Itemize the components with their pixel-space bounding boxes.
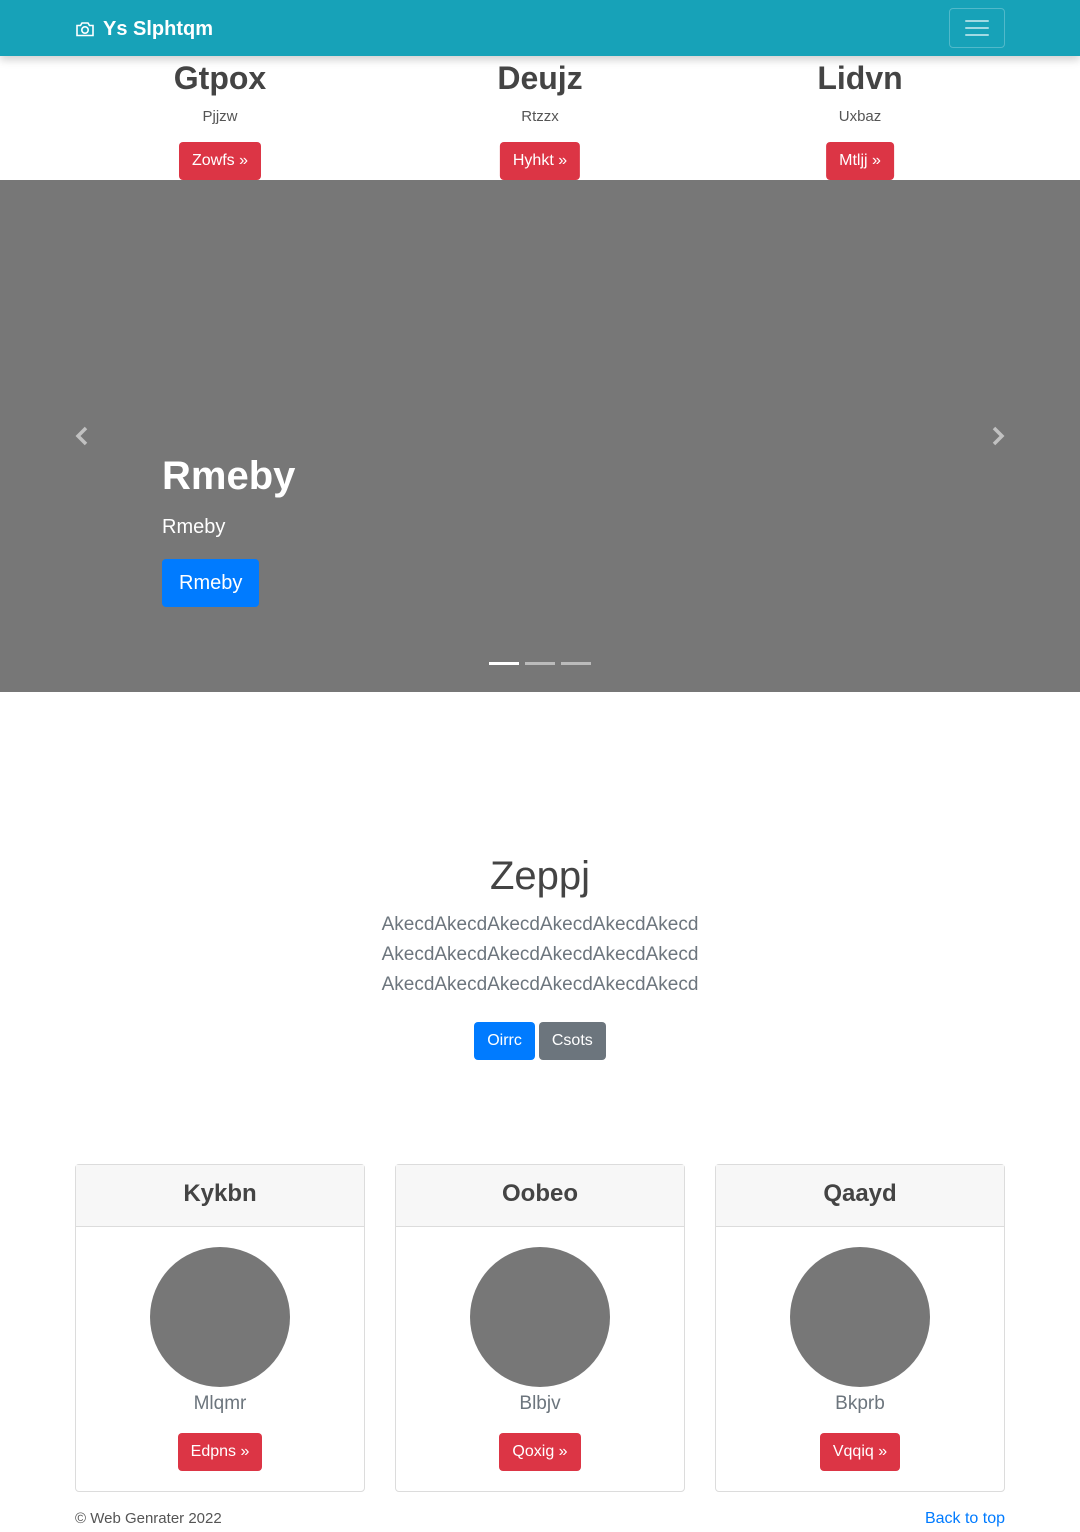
camera-icon (76, 22, 94, 37)
profile-card: Oobeo Blbjv Qoxig » (395, 1164, 685, 1492)
carousel-next-button[interactable] (986, 420, 1010, 452)
carousel-indicator-3[interactable] (561, 662, 591, 665)
feature-column: Deujz Rtzzx Hyhkt » (380, 56, 700, 180)
feature-text: Rtzzx (521, 108, 559, 125)
card-button[interactable]: Vqqiq » (819, 1433, 901, 1471)
feature-column: Lidvn Uxbaz Mtljj » (700, 56, 1020, 180)
hamburger-icon (965, 20, 989, 36)
card-header: Oobeo (396, 1165, 684, 1227)
carousel-caption: Rmeby Rmeby Rmeby (162, 456, 295, 607)
profile-card: Kykbn Mlqmr Edpns » (75, 1164, 365, 1492)
feature-text: Pjjzw (202, 108, 238, 125)
profile-card: Qaayd Bkprb Vqqiq » (715, 1164, 1005, 1492)
back-to-top-link[interactable]: Back to top (925, 1510, 1005, 1528)
navbar-brand[interactable]: Ys Slphtqm (75, 15, 213, 43)
avatar (470, 1247, 610, 1387)
avatar (790, 1247, 930, 1387)
feature-title: Deujz (497, 60, 583, 96)
navbar-toggler-button[interactable] (949, 8, 1005, 48)
carousel-indicators (489, 662, 591, 665)
feature-title: Gtpox (173, 60, 267, 96)
carousel-indicator-1[interactable] (489, 662, 519, 665)
jumbotron: Zeppj AkecdAkecdAkecdAkecdAkecdAkecd Ake… (0, 692, 1080, 1132)
chevron-right-icon (992, 426, 1005, 446)
carousel-indicator-2[interactable] (525, 662, 555, 665)
card-button[interactable]: Edpns » (177, 1433, 263, 1471)
feature-button[interactable]: Zowfs » (178, 142, 262, 180)
card-name: Mlqmr (193, 1393, 247, 1414)
card-button[interactable]: Qoxig » (499, 1433, 581, 1471)
footer-copyright: © Web Genrater 2022 (75, 1510, 222, 1527)
brand-label: Ys Slphtqm (103, 17, 214, 40)
card-header: Kykbn (76, 1165, 364, 1227)
card-name: Bkprb (835, 1393, 885, 1414)
carousel-title: Rmeby (162, 454, 296, 498)
secondary-button[interactable]: Csots (538, 1022, 606, 1060)
feature-column: Gtpox Pjjzw Zowfs » (60, 56, 380, 180)
card-name: Blbjv (519, 1393, 561, 1414)
avatar (150, 1247, 290, 1387)
primary-button[interactable]: Oirrc (474, 1022, 535, 1060)
carousel: Rmeby Rmeby Rmeby (0, 180, 1080, 692)
feature-title: Lidvn (817, 60, 903, 96)
jumbotron-lead: AkecdAkecdAkecdAkecdAkecdAkecd AkecdAkec… (381, 914, 699, 995)
jumbotron-buttons: Oirrc Csots (0, 1022, 1080, 1060)
chevron-left-icon (75, 426, 88, 446)
feature-row: Gtpox Pjjzw Zowfs » Deujz Rtzzx Hyhkt » … (60, 56, 1020, 180)
feature-button[interactable]: Mtljj » (826, 142, 894, 180)
carousel-prev-button[interactable] (70, 420, 94, 452)
feature-button[interactable]: Hyhkt » (499, 142, 581, 180)
navbar: Ys Slphtqm (0, 0, 1080, 56)
carousel-button[interactable]: Rmeby (162, 559, 260, 607)
feature-text: Uxbaz (838, 108, 882, 125)
carousel-subtitle: Rmeby (162, 516, 226, 538)
card-header: Qaayd (716, 1165, 1004, 1227)
jumbotron-title: Zeppj (489, 854, 591, 898)
